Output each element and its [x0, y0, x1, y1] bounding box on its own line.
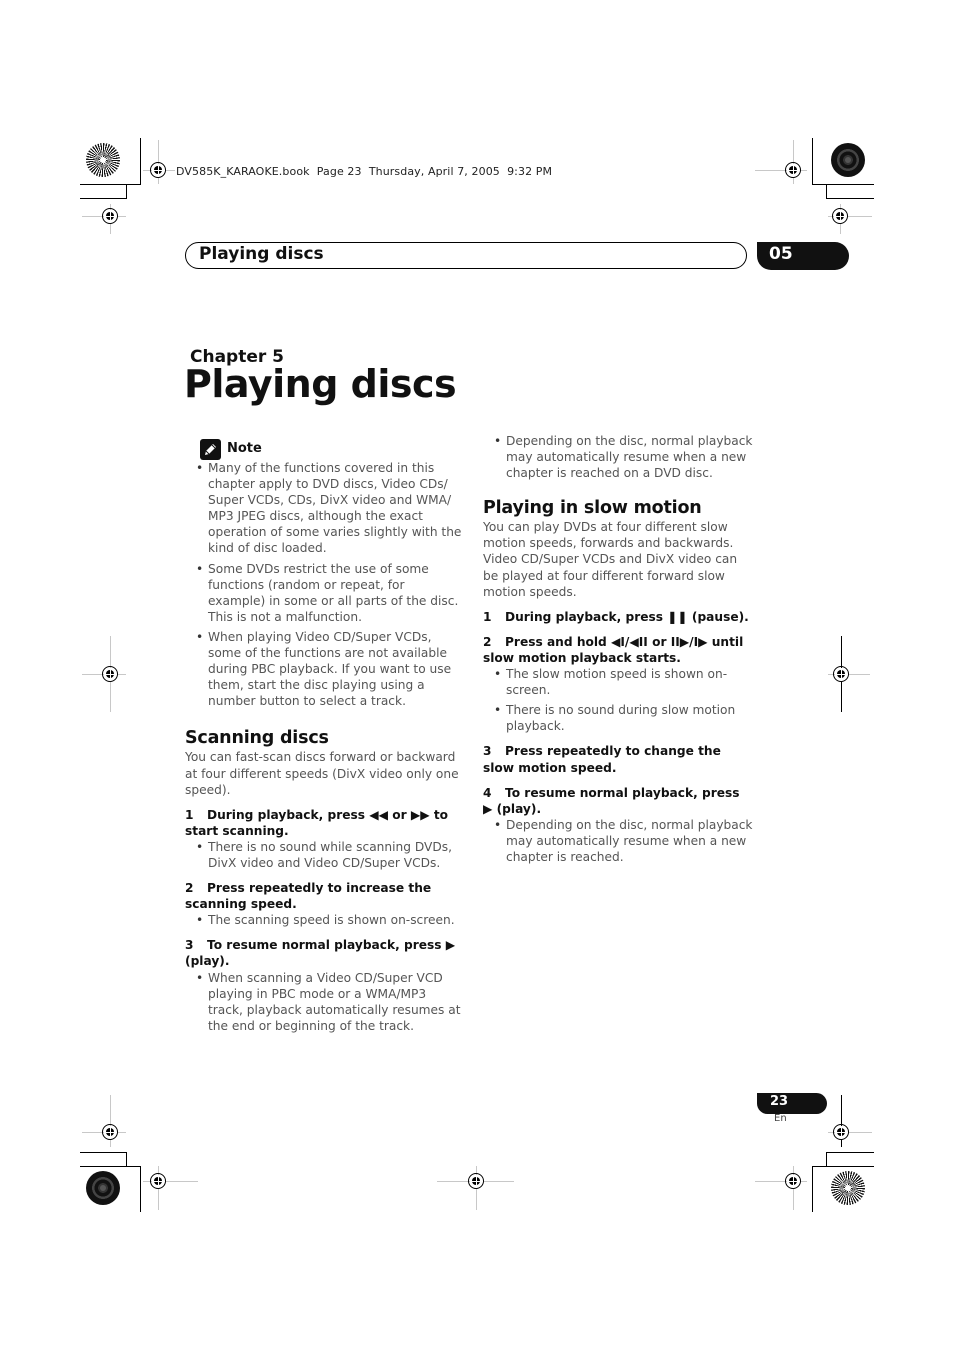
step-bullet: When scanning a Video CD/Super VCD playi… [196, 970, 462, 1034]
step: 1 During playback, press ◀◀ or ▶▶ to star… [185, 807, 462, 839]
scanning-continued-bullets: Depending on the disc, normal playback m… [483, 433, 753, 481]
registration-mark-icon [833, 666, 849, 682]
section-heading-slow-motion: Playing in slow motion [483, 498, 702, 519]
registration-mark-icon [150, 1173, 166, 1189]
starburst-mark-top-right [831, 143, 865, 177]
step-number: 1 [185, 807, 194, 822]
registration-mark-icon [102, 1124, 118, 1140]
running-header-title: Playing discs [199, 244, 324, 264]
step-number: 3 [483, 744, 492, 759]
step-number: 4 [483, 785, 492, 800]
registration-mark-icon [832, 208, 848, 224]
section-heading-scanning: Scanning discs [185, 728, 329, 749]
step-text: Press repeatedly to increase the scannin… [185, 881, 432, 912]
step-bullet: The slow motion speed is shown on-screen… [494, 666, 753, 698]
starburst-mark-top-left [86, 143, 120, 177]
step-bullet: There is no sound during slow motion pla… [494, 702, 753, 734]
crop-line [126, 1152, 127, 1166]
note-label: Note [227, 440, 262, 456]
scanning-intro: You can fast-scan discs forward or backw… [185, 750, 459, 797]
step-bullets: When scanning a Video CD/Super VCD playi… [185, 970, 462, 1034]
step-text: During playback, press ◀◀ or ▶▶ to start… [185, 807, 449, 838]
crop-line [826, 1152, 827, 1166]
crop-line [80, 198, 127, 199]
crop-line [826, 198, 874, 199]
slow-motion-intro: You can play DVDs at four different slow… [483, 520, 738, 599]
print-slug-line: DV585K_KARAOKE.book Page 23 Thursday, Ap… [176, 165, 553, 178]
registration-mark-icon [785, 1173, 801, 1189]
starburst-mark-bottom-right [831, 1171, 865, 1205]
step-bullets: The scanning speed is shown on-screen. [185, 912, 462, 928]
crop-line [812, 1166, 813, 1212]
step-number: 1 [483, 609, 492, 624]
crop-line [812, 184, 874, 185]
step-number: 2 [185, 881, 194, 896]
note-item: Many of the functions covered in this ch… [196, 460, 462, 557]
registration-mark-icon [102, 666, 118, 682]
crop-line [812, 1166, 874, 1167]
crop-line [80, 1152, 127, 1153]
step-bullet: Depending on the disc, normal playback m… [494, 817, 753, 865]
page-language: En [774, 1113, 787, 1124]
crop-line [80, 184, 141, 185]
registration-mark-icon [833, 1124, 849, 1140]
step-bullet: Depending on the disc, normal playback m… [494, 433, 753, 481]
step-number: 2 [483, 634, 492, 649]
page-title: Playing discs [184, 362, 457, 406]
step-bullets: Depending on the disc, normal playback m… [483, 817, 753, 865]
step-text: To resume normal playback, press ▶ (play… [483, 785, 740, 816]
crop-line [126, 184, 127, 198]
pencil-note-icon [200, 438, 221, 460]
step-number: 3 [185, 938, 194, 953]
page-number-tab [757, 1093, 827, 1114]
crop-line [80, 1166, 141, 1167]
step-text: Press and hold ◀I/◀II or II▶/I▶ until sl… [483, 634, 744, 665]
step: 3 Press repeatedly to change the slow mot… [483, 743, 753, 775]
note-item: When playing Video CD/Super VCDs, some o… [196, 629, 462, 709]
registration-mark-icon [468, 1173, 484, 1189]
registration-mark-icon [150, 162, 166, 178]
note-header: Note [200, 438, 462, 460]
step: 4 To resume normal playback, press ▶ (pla… [483, 785, 753, 817]
step-bullet: There is no sound while scanning DVDs, D… [196, 839, 462, 871]
note-item: Some DVDs restrict the use of some funct… [196, 561, 462, 625]
step: 3 To resume normal playback, press ▶ (pla… [185, 937, 462, 969]
left-column: Note Many of the functions covered in th… [185, 438, 462, 1038]
step-text: Press repeatedly to change the slow moti… [483, 744, 721, 775]
registration-mark-icon [102, 208, 118, 224]
registration-mark-icon [785, 162, 801, 178]
right-column: Depending on the disc, normal playback m… [483, 433, 753, 869]
step-text: During playback, press ❚❚ (pause). [505, 609, 749, 624]
step-bullet: The scanning speed is shown on-screen. [196, 912, 462, 928]
crop-line [826, 1152, 874, 1153]
step: 1 During playback, press ❚❚ (pause). [483, 609, 753, 625]
step-text: To resume normal playback, press ▶ (play… [185, 938, 456, 969]
step: 2 Press repeatedly to increase the scanni… [185, 880, 462, 912]
crop-line [140, 1166, 141, 1212]
step: 2 Press and hold ◀I/◀II or II▶/I▶ until s… [483, 634, 753, 666]
note-list: Many of the functions covered in this ch… [185, 460, 462, 709]
page-number: 23 [770, 1094, 789, 1109]
crop-line [140, 138, 141, 184]
step-bullets: There is no sound while scanning DVDs, D… [185, 839, 462, 871]
chapter-number: 05 [769, 244, 793, 264]
step-bullets: The slow motion speed is shown on-screen… [483, 666, 753, 734]
crop-line [812, 138, 813, 184]
crop-line [826, 184, 827, 198]
starburst-mark-bottom-left [86, 1171, 120, 1205]
